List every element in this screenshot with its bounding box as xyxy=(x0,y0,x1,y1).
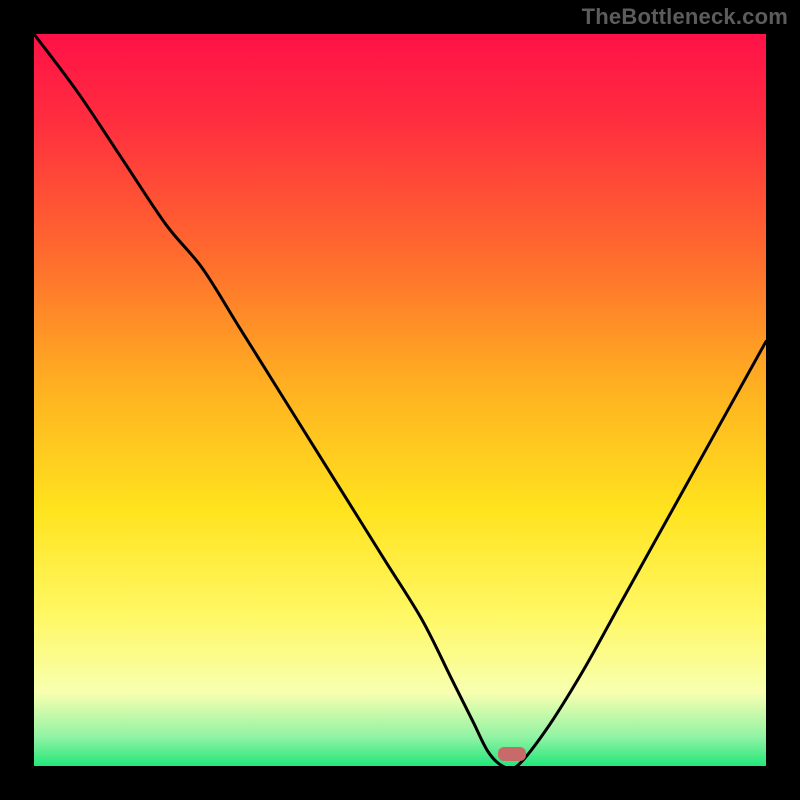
bottleneck-curve-chart xyxy=(0,0,800,800)
plot-area xyxy=(34,34,766,766)
watermark-text: TheBottleneck.com xyxy=(582,4,788,30)
chart-frame: TheBottleneck.com xyxy=(0,0,800,800)
optimal-marker xyxy=(498,747,526,761)
